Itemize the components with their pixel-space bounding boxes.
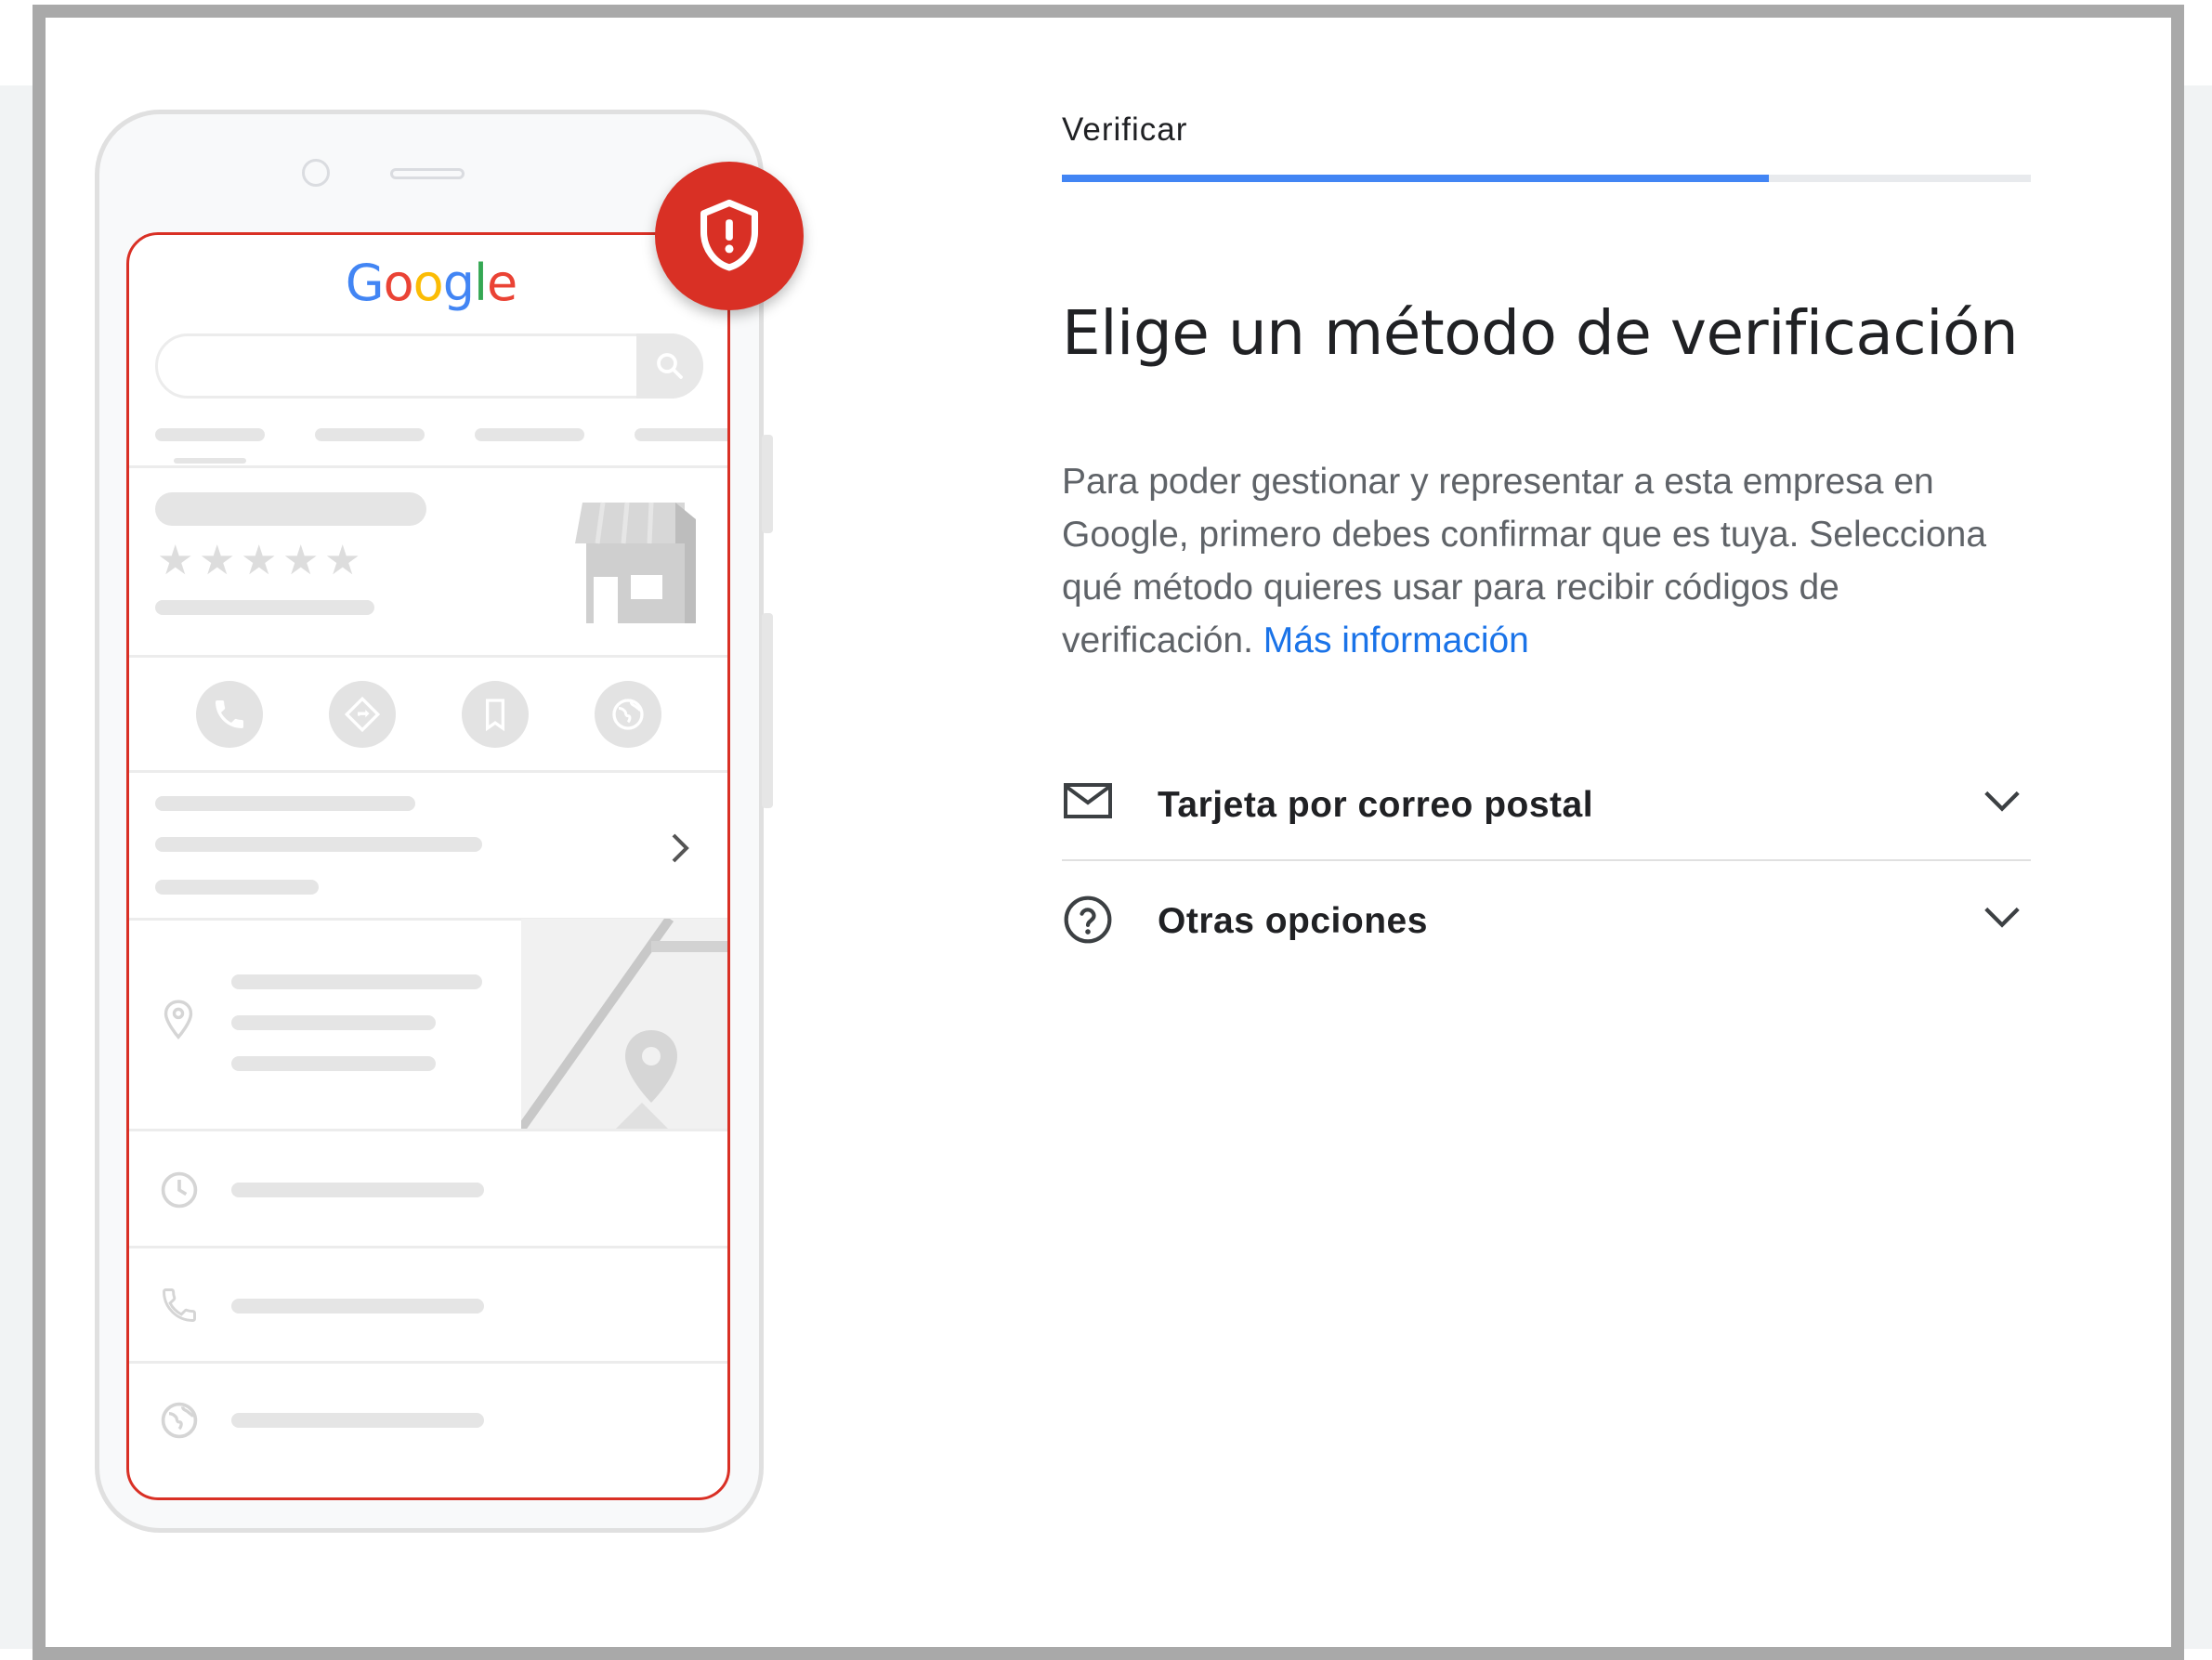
website-action-placeholder [595, 681, 661, 748]
hours-placeholder [231, 1183, 484, 1197]
phone-side-button [762, 435, 773, 533]
rating-star: ★ [157, 537, 194, 584]
verification-description: Para poder gestionar y representar a est… [1062, 455, 2037, 667]
google-logo: Google [345, 254, 517, 312]
divider [129, 1361, 727, 1364]
globe-icon [612, 699, 644, 730]
option-divider [1062, 859, 2031, 861]
help-circle-icon [1064, 895, 1112, 944]
shield-alert-icon [700, 199, 759, 271]
globe-icon [161, 1402, 198, 1439]
directions-icon [344, 696, 381, 733]
option-other-label: Otras opciones [1158, 901, 1428, 941]
text-placeholder [155, 796, 415, 811]
rating-star: ★ [199, 537, 236, 584]
address-placeholder [231, 974, 482, 989]
option-other[interactable]: Otras opciones [1062, 873, 2031, 966]
store-icon [575, 502, 696, 623]
divider [129, 465, 727, 468]
progress-bar [1062, 175, 2031, 182]
location-pin-icon [164, 1000, 193, 1040]
text-placeholder [155, 880, 319, 895]
option-postcard[interactable]: Tarjeta por correo postal [1062, 757, 2031, 850]
divider [129, 1246, 727, 1248]
verification-alert-badge [655, 162, 804, 310]
phone-icon [216, 700, 243, 728]
chevron-right-icon [672, 833, 689, 863]
clock-icon [161, 1171, 198, 1209]
phone-speaker [390, 168, 465, 179]
option-postcard-label: Tarjeta por correo postal [1158, 785, 1594, 825]
bookmark-icon [486, 699, 504, 732]
search-icon [657, 353, 683, 379]
phone-placeholder [231, 1299, 484, 1314]
tab-indicator-placeholder [174, 458, 246, 464]
tab-placeholder [315, 428, 425, 441]
map-icon [521, 919, 727, 1131]
progress-bar-fill [1062, 175, 1770, 182]
divider [129, 770, 727, 773]
page-title: Elige un método de verificación [1062, 297, 2019, 369]
rating-star: ★ [282, 537, 320, 584]
rating-star: ★ [241, 537, 278, 584]
address-placeholder [231, 1056, 436, 1071]
chevron-down-icon[interactable] [1981, 901, 2023, 935]
rating-star: ★ [324, 537, 361, 584]
phone-icon [163, 1288, 196, 1322]
divider [129, 1129, 727, 1131]
search-bar-placeholder [155, 333, 703, 399]
business-category-placeholder [155, 600, 374, 615]
step-label: Verificar [1062, 111, 1188, 148]
learn-more-link[interactable]: Más información [1263, 621, 1529, 660]
mail-icon [1064, 783, 1112, 818]
call-action-placeholder [196, 681, 263, 748]
website-placeholder [231, 1413, 484, 1428]
tab-placeholder [155, 428, 265, 441]
directions-action-placeholder [329, 681, 396, 748]
search-button-placeholder [636, 333, 703, 399]
business-name-placeholder [155, 492, 426, 526]
phone-side-button [762, 613, 773, 808]
text-placeholder [155, 837, 482, 852]
divider [129, 655, 727, 658]
phone-camera [302, 159, 330, 187]
address-placeholder [231, 1015, 436, 1030]
phone-screen: Google ★ ★ ★ ★ ★ [126, 232, 730, 1500]
tab-placeholder [635, 428, 727, 441]
save-action-placeholder [462, 681, 529, 748]
chevron-down-icon[interactable] [1981, 785, 2023, 818]
tab-placeholder [475, 428, 584, 441]
